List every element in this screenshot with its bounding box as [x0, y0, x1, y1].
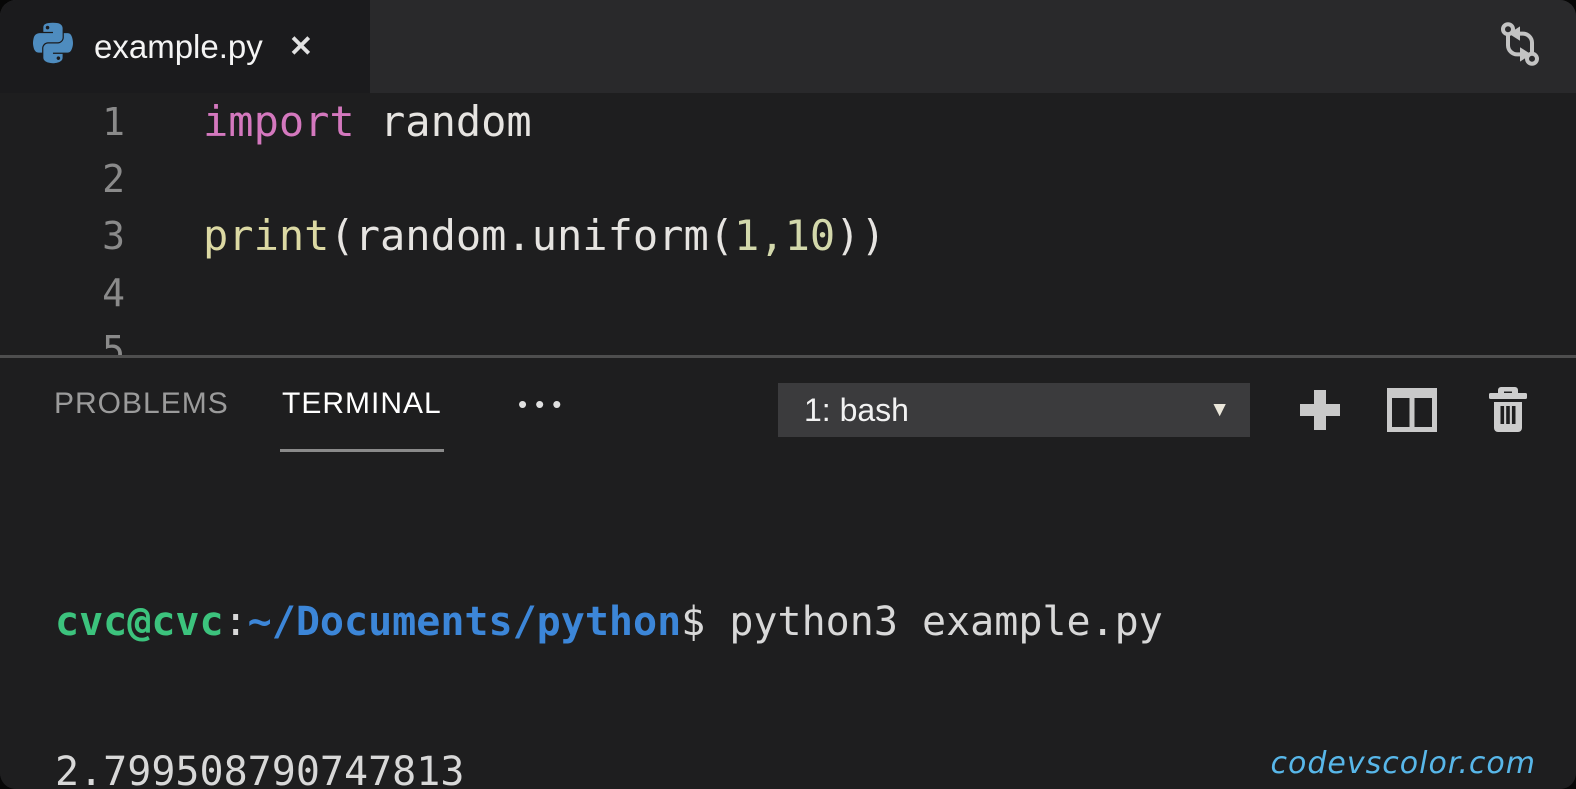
- editor-actions: [1492, 0, 1576, 93]
- bottom-panel: PROBLEMS TERMINAL ••• 1: bash ▼ cvc@cvc:…: [0, 358, 1576, 789]
- panel-header: PROBLEMS TERMINAL ••• 1: bash ▼: [0, 358, 1576, 452]
- shell-selector-value: 1: bash: [804, 391, 909, 428]
- tab-close-icon[interactable]: ✕: [289, 29, 313, 64]
- code-line-5: 5: [0, 321, 1576, 356]
- code-line-3: 3 print(random.uniform(1,10)): [0, 207, 1576, 264]
- tab-title: example.py: [94, 27, 263, 65]
- line-number: 3: [102, 213, 125, 258]
- plus-icon: [1297, 387, 1343, 433]
- trash-icon: [1488, 387, 1528, 433]
- code-plain: random: [354, 97, 532, 146]
- code-editor[interactable]: 1 import random 2 3 print(random.uniform…: [0, 93, 1576, 355]
- chevron-down-icon: ▼: [1209, 398, 1230, 421]
- tab-problems[interactable]: PROBLEMS: [54, 358, 229, 450]
- tab-example-py[interactable]: example.py ✕: [0, 0, 370, 93]
- code-plain: )): [835, 211, 886, 260]
- code-function: print: [203, 211, 330, 260]
- new-terminal-button[interactable]: [1294, 384, 1346, 436]
- split-terminal-button[interactable]: [1386, 384, 1438, 436]
- prompt-path: ~/Documents/python: [247, 599, 682, 645]
- code-keyword: import: [203, 97, 355, 146]
- watermark: codevscolor.com: [1270, 746, 1536, 781]
- shell-selector-dropdown[interactable]: 1: bash ▼: [778, 383, 1250, 437]
- more-actions-icon[interactable]: •••: [518, 358, 569, 450]
- terminal-line-prompt-1: cvc@cvc:~/Documents/python$ python3 exam…: [55, 599, 1163, 645]
- tab-bar-spacer: [370, 0, 1492, 93]
- code-line-4: 4: [0, 264, 1576, 321]
- code-number: 1,10: [734, 211, 836, 260]
- swap-arrows-icon[interactable]: [1492, 16, 1548, 77]
- split-pane-icon: [1387, 388, 1437, 432]
- terminal-output[interactable]: cvc@cvc:~/Documents/python$ python3 exam…: [0, 450, 1576, 789]
- code-line-2: 2: [0, 150, 1576, 207]
- code-plain: (random.uniform(: [329, 211, 735, 260]
- python-file-icon: [28, 22, 78, 72]
- code-line-1: 1 import random: [0, 93, 1576, 150]
- line-number: 5: [102, 327, 125, 356]
- vscode-window: example.py ✕ 1 import random 2 3 print(r…: [0, 0, 1576, 789]
- line-number: 4: [102, 270, 125, 315]
- kill-terminal-button[interactable]: [1482, 384, 1534, 436]
- terminal-command: python3 example.py: [705, 599, 1163, 645]
- tab-terminal[interactable]: TERMINAL: [280, 358, 444, 452]
- line-number: 2: [102, 156, 125, 201]
- line-number: 1: [102, 99, 125, 144]
- prompt-user: cvc@cvc: [55, 599, 224, 645]
- editor-tab-bar: example.py ✕: [0, 0, 1576, 93]
